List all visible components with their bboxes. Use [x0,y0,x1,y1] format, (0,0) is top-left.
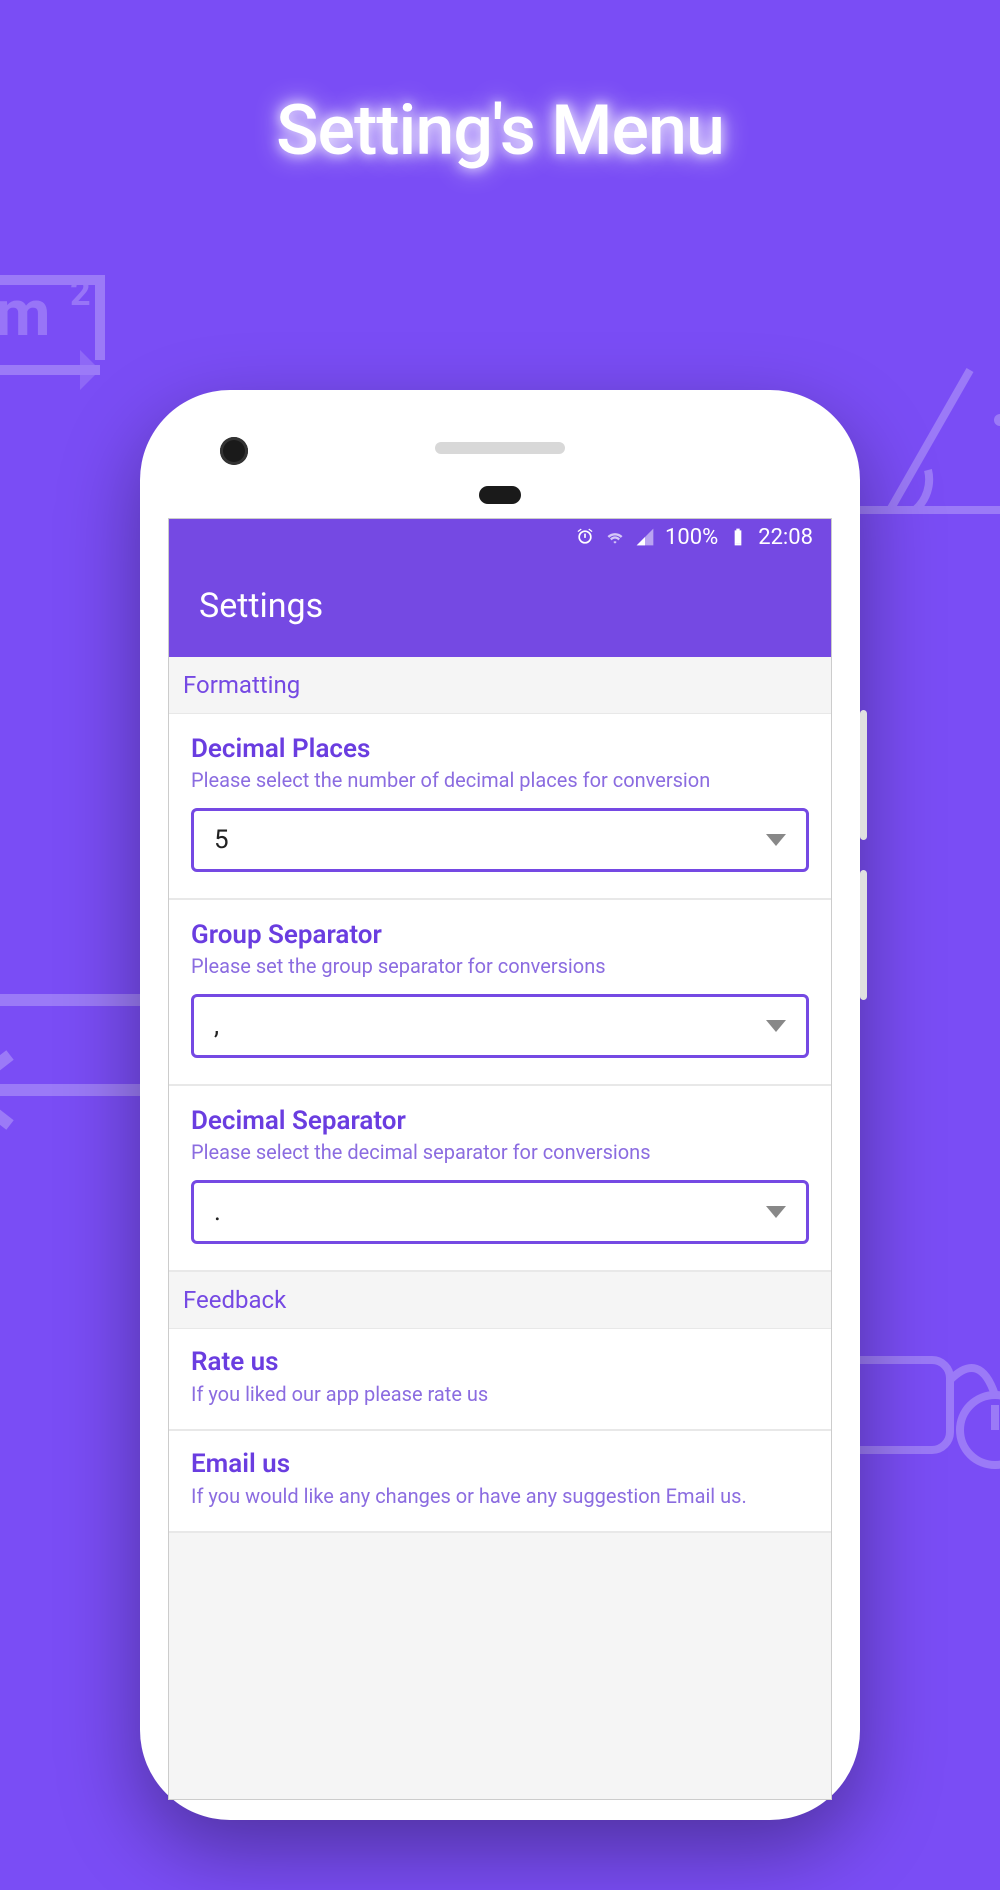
earpiece [479,486,521,504]
bg-transfer-icon [0,940,160,1200]
battery-icon [728,527,748,547]
svg-text:m: m [0,276,50,351]
decimal-places-card: Decimal Places Please select the number … [169,714,831,900]
email-us-sub: If you would like any changes or have an… [191,1483,809,1509]
group-separator-title: Group Separator [191,920,809,950]
battery-text: 100% [665,525,718,550]
svg-text:2: 2 [70,272,91,314]
speaker-grille [435,442,565,454]
chevron-down-icon [766,1020,786,1032]
chevron-down-icon [766,834,786,846]
bg-area-icon: m 2 [0,250,130,430]
decimal-places-select[interactable]: 5 [191,808,809,872]
decimal-places-sub: Please select the number of decimal plac… [191,768,809,792]
rate-us-sub: If you liked our app please rate us [191,1381,809,1407]
group-separator-select[interactable]: , [191,994,809,1058]
group-separator-card: Group Separator Please set the group sep… [169,900,831,1086]
promo-title: Setting's Menu [0,90,1000,172]
decimal-places-value: 5 [214,825,229,855]
app-bar-title: Settings [199,586,323,626]
chevron-down-icon [766,1206,786,1218]
email-us-item[interactable]: Email us If you would like any changes o… [169,1431,831,1533]
rate-us-title: Rate us [191,1347,809,1377]
section-formatting-header: Formatting [169,657,831,714]
screen: 100% 22:08 Settings Formatting Decimal P… [168,518,832,1800]
signal-icon [635,527,655,547]
app-bar: Settings [169,555,831,657]
decimal-separator-value: . [214,1197,221,1227]
group-separator-value: , [214,1011,219,1041]
decimal-separator-select[interactable]: . [191,1180,809,1244]
email-us-title: Email us [191,1449,809,1479]
volume-down-button [860,870,867,1000]
volume-up-button [860,710,867,840]
decimal-separator-sub: Please select the decimal separator for … [191,1140,809,1164]
decimal-separator-card: Decimal Separator Please select the deci… [169,1086,831,1272]
alarm-icon [575,527,595,547]
camera-dot [220,437,248,465]
phone-mockup: 100% 22:08 Settings Formatting Decimal P… [140,390,860,1820]
decimal-separator-title: Decimal Separator [191,1106,809,1136]
status-bar: 100% 22:08 [169,519,831,555]
section-feedback-header: Feedback [169,1272,831,1329]
rate-us-item[interactable]: Rate us If you liked our app please rate… [169,1329,831,1431]
wifi-icon [605,527,625,547]
group-separator-sub: Please set the group separator for conve… [191,954,809,978]
decimal-places-title: Decimal Places [191,734,809,764]
clock-text: 22:08 [758,525,813,550]
